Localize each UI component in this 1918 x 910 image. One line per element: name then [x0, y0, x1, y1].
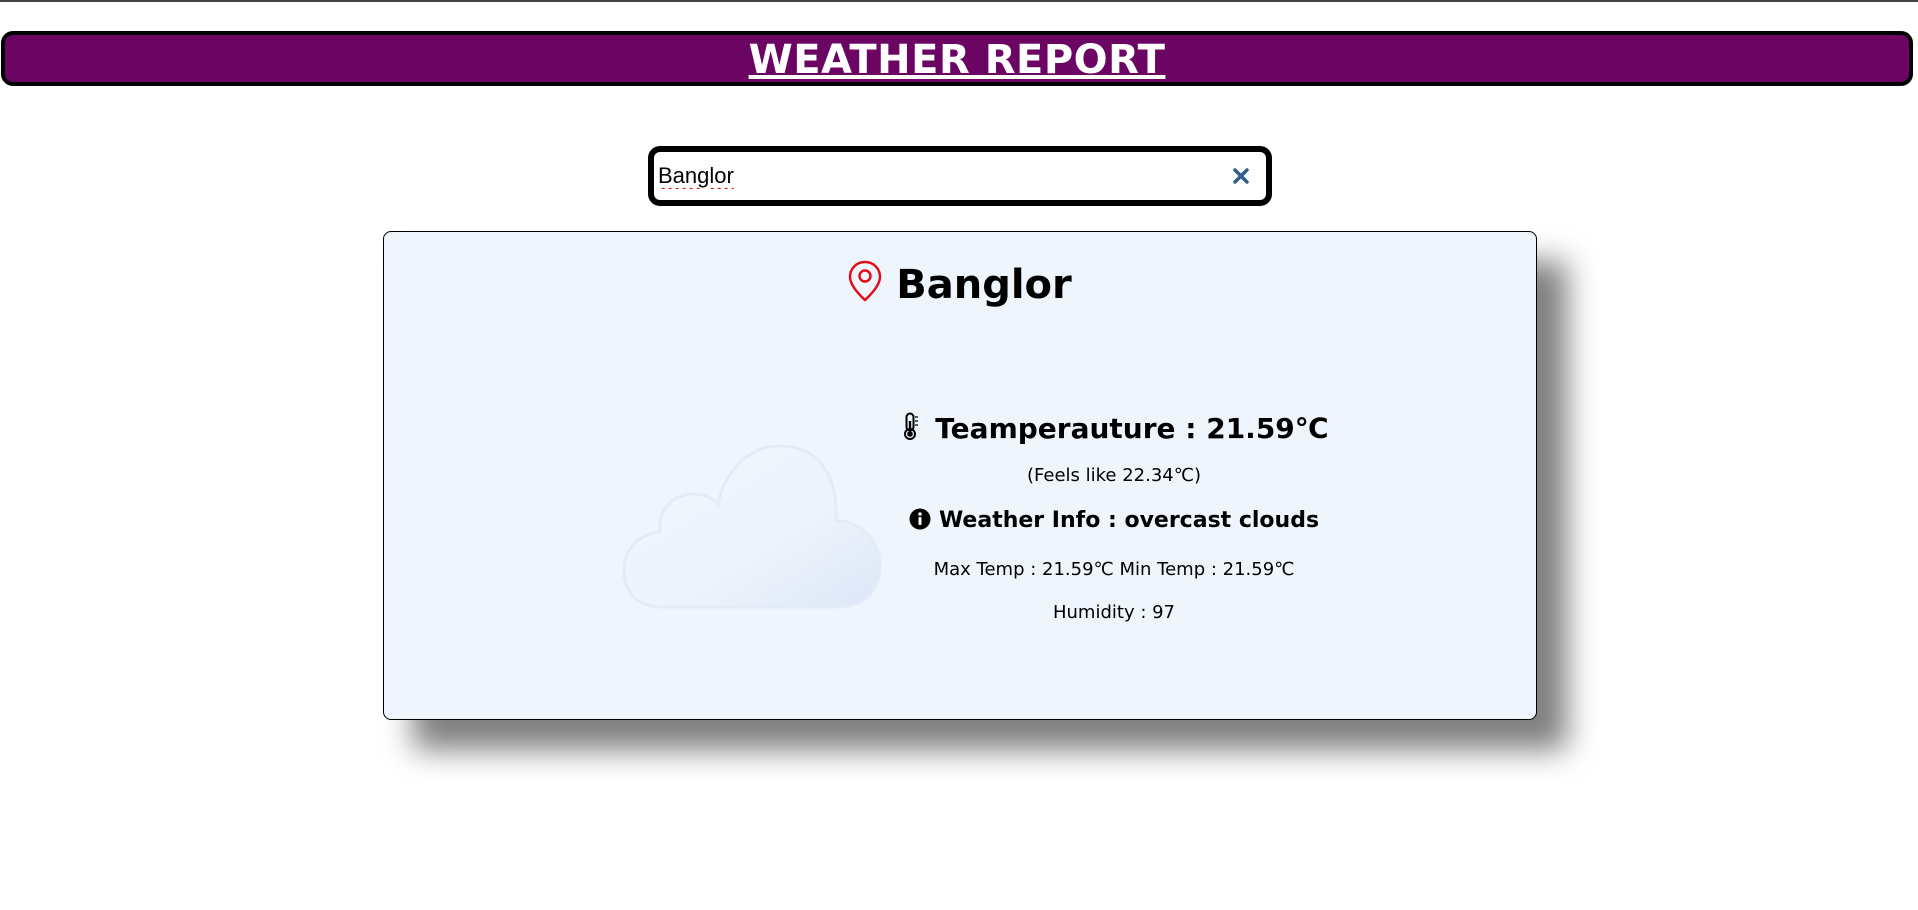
- city-heading: Banglor: [384, 260, 1536, 308]
- weather-description: Weather Info : overcast clouds: [938, 508, 1320, 533]
- thermometer-icon: [904, 412, 919, 440]
- search-input[interactable]: [654, 152, 1226, 200]
- weather-card: Banglor Teamperauture : 21.59℃ (Feels li…: [383, 231, 1537, 720]
- page-title: WEATHER REPORT: [748, 36, 1166, 83]
- humidity-text: Humidity : 97: [1052, 602, 1176, 623]
- weather-info-row: Weather Info : overcast clouds: [874, 508, 1354, 533]
- temperature-row: Teamperauture : 21.59℃: [874, 412, 1354, 445]
- close-icon[interactable]: [1226, 161, 1256, 191]
- header-banner: WEATHER REPORT: [1, 31, 1913, 86]
- map-pin-icon: [848, 260, 882, 302]
- min-max-temperature: Max Temp : 21.59℃ Min Temp : 21.59℃: [933, 559, 1295, 580]
- feels-like-text: (Feels like 22.34℃): [1027, 465, 1201, 486]
- temperature-text: Teamperauture : 21.59℃: [935, 412, 1329, 445]
- search-box: [648, 146, 1272, 206]
- info-icon: [909, 508, 931, 529]
- city-name: Banglor: [896, 262, 1072, 308]
- top-divider: [0, 0, 1918, 2]
- weather-info-panel: Teamperauture : 21.59℃ (Feels like 22.34…: [874, 412, 1354, 623]
- cloud-icon: [622, 444, 882, 609]
